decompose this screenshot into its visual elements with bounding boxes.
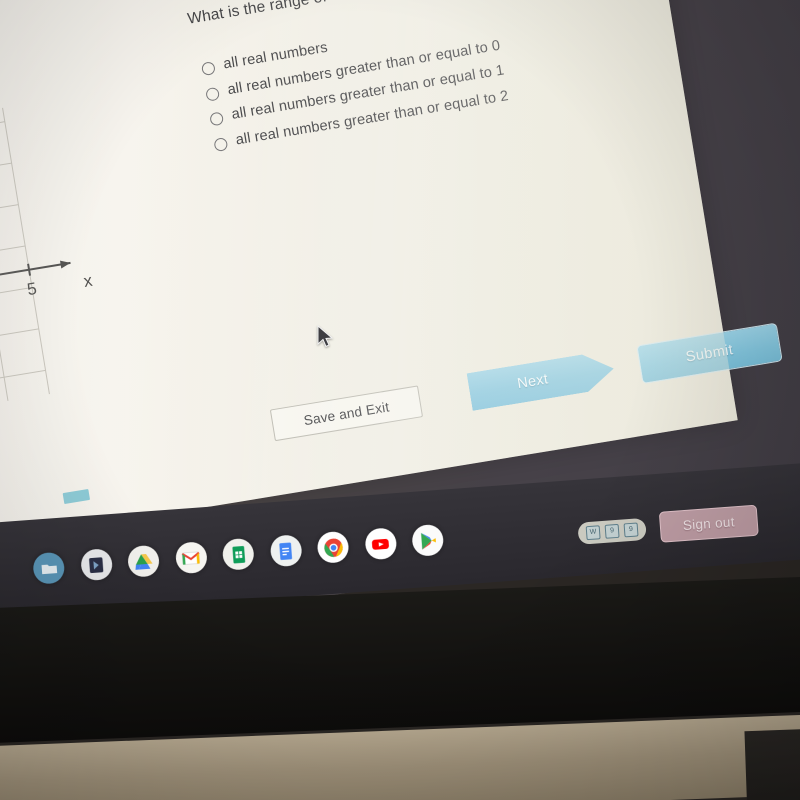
next-button[interactable]: Next: [467, 350, 617, 411]
status-tray[interactable]: W 9 9: [577, 517, 647, 545]
radio-button-icon[interactable]: [209, 111, 225, 127]
clock-status-icon[interactable]: 9: [623, 521, 639, 537]
google-chrome-icon[interactable]: [316, 530, 350, 564]
gmail-icon[interactable]: [174, 541, 208, 575]
laptop-deck-shadow: [744, 728, 800, 800]
x-axis-tick-labels: 1 2 3 4 5: [26, 279, 38, 299]
radio-button-icon[interactable]: [213, 136, 229, 152]
battery-status-icon[interactable]: 9: [604, 523, 620, 539]
google-sheets-icon[interactable]: [221, 537, 255, 571]
mouse-pointer: [317, 325, 334, 348]
page-title: What is the range of the function on the…: [186, 0, 603, 29]
network-status-icon[interactable]: W: [585, 524, 601, 540]
quiz-action-buttons: Save and Exit Next Submit: [269, 322, 783, 451]
files-icon[interactable]: [32, 551, 66, 585]
sign-out-button[interactable]: Sign out: [658, 504, 759, 543]
shelf-status-area[interactable]: W 9 9 Sign out: [577, 504, 759, 549]
dark-app-icon[interactable]: [79, 548, 113, 582]
page-edge-accent: [62, 489, 91, 505]
radio-button-icon[interactable]: [205, 86, 221, 102]
google-drive-icon[interactable]: [126, 544, 161, 578]
function-graph: 1 2 3 4 5 -1 -2 -3 -4 x: [0, 107, 94, 409]
answer-options-list: all real numbers all real numbers greate…: [200, 12, 511, 161]
google-play-store-icon[interactable]: [411, 523, 445, 557]
x-tick-label: 5: [26, 279, 38, 299]
shelf-app-icons: [32, 523, 445, 585]
photo-scene: What is the range of the function on the…: [0, 0, 800, 800]
graph-axes: [0, 261, 71, 310]
google-docs-icon[interactable]: [269, 534, 303, 568]
youtube-icon[interactable]: [363, 527, 397, 561]
save-and-exit-button[interactable]: Save and Exit: [269, 385, 424, 442]
radio-button-icon[interactable]: [200, 61, 216, 77]
x-axis-label: x: [82, 271, 94, 291]
